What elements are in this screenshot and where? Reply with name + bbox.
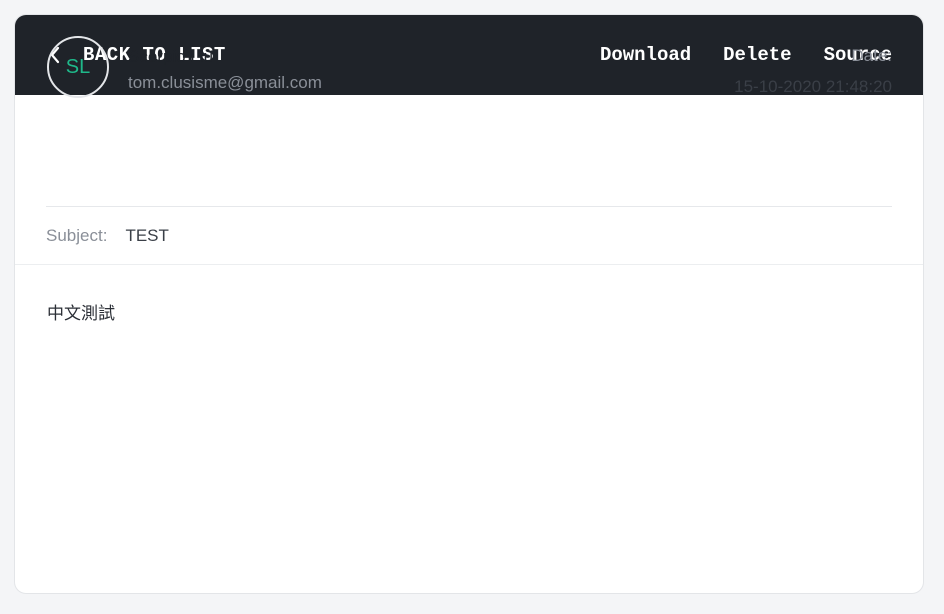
delete-button[interactable]: Delete [723,44,791,66]
sender-name: Scorpio Liu [128,47,214,66]
email-body: 中文測試 [47,304,115,324]
avatar: SL [47,36,109,98]
date-value: 15-10-2020 21:48:20 [734,77,892,96]
download-button[interactable]: Download [600,44,691,66]
header-divider [15,264,923,265]
subject-label: Subject: [46,226,108,245]
action-menu: Download Delete Source [568,44,892,66]
divider [46,206,892,207]
subject-row: Subject: TEST [46,226,169,246]
subject-value: TEST [125,226,169,245]
sender-email: tom.clusisme@gmail.com [128,73,322,92]
email-detail-card: BACK TO LIST Download Delete Source SL S… [14,14,924,594]
date-label: Date: [851,46,892,65]
